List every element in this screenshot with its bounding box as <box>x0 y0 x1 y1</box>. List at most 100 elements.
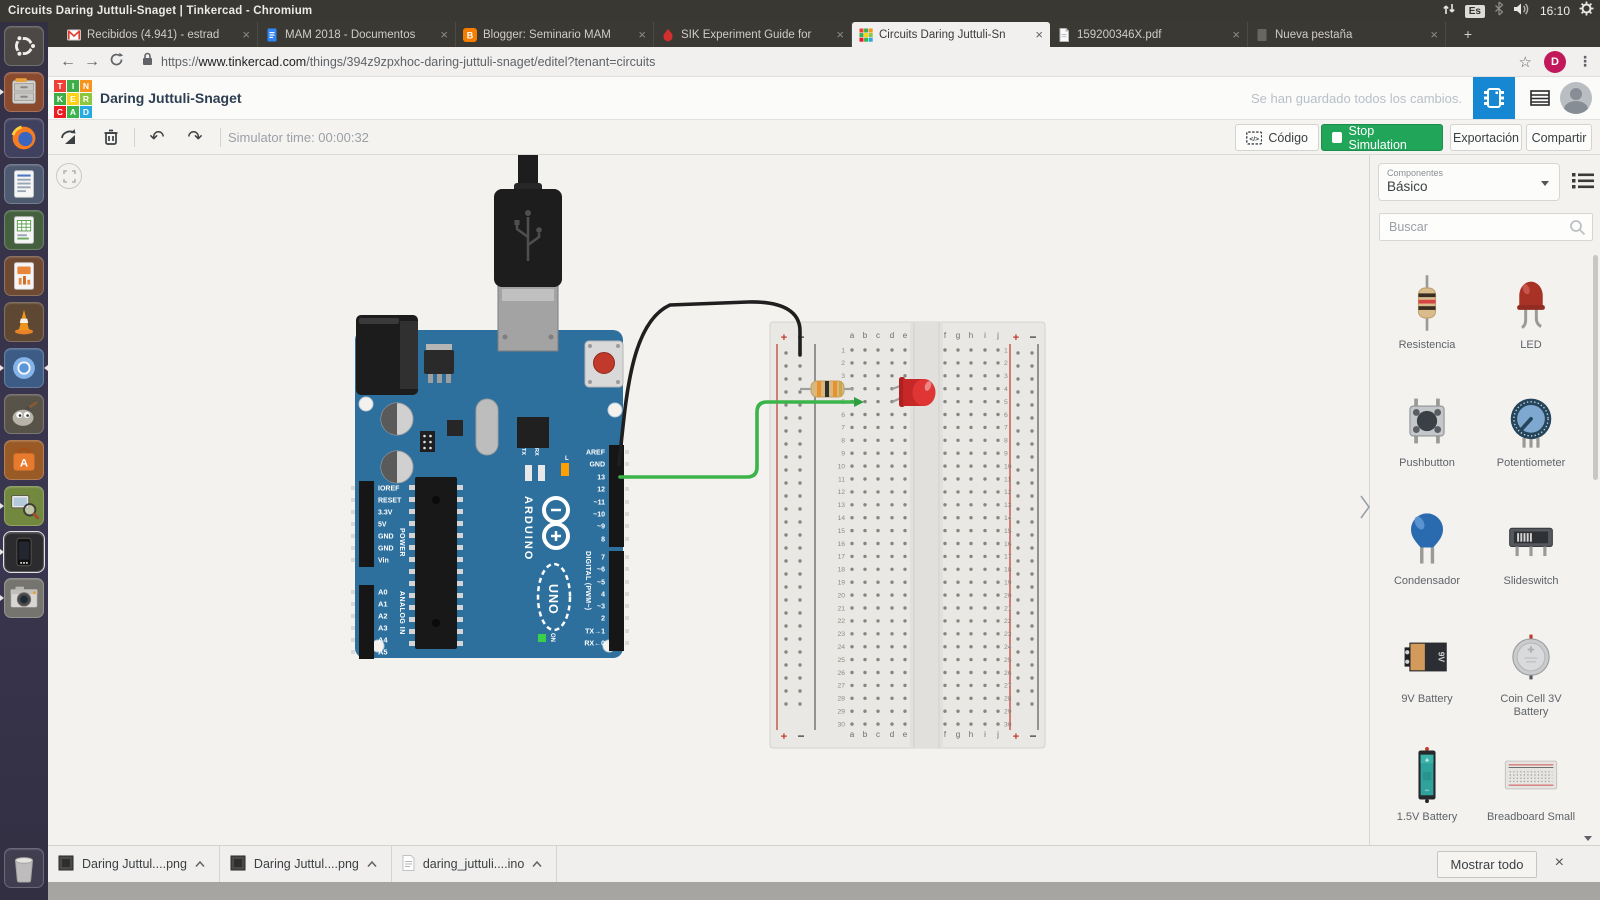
svg-text:+: + <box>781 731 787 743</box>
component-item-pushbutton[interactable]: Pushbutton <box>1375 385 1479 503</box>
launcher-item-chromium[interactable] <box>4 348 44 388</box>
bookmark-star-icon[interactable]: ☆ <box>1519 53 1532 71</box>
search-input[interactable] <box>1380 214 1592 240</box>
launcher-item-ubuntu-dash[interactable] <box>4 26 44 66</box>
launcher-item-vlc[interactable] <box>4 302 44 342</box>
logo-tile: D <box>80 106 92 118</box>
browser-tab[interactable]: 159200346X.pdf × <box>1050 22 1248 47</box>
download-item[interactable]: daring_juttuli....ino <box>392 846 558 882</box>
launcher-item-libreoffice-calc[interactable] <box>4 210 44 250</box>
launcher-item-phone[interactable] <box>3 531 45 573</box>
url-text[interactable]: https://www.tinkercad.com/things/394z9zp… <box>161 55 655 69</box>
code-button[interactable]: </> Código <box>1235 124 1319 151</box>
chevron-up-icon[interactable] <box>367 861 377 867</box>
volume-icon[interactable] <box>1513 2 1531 21</box>
reset-button[interactable] <box>584 340 624 388</box>
tab-close-icon[interactable]: × <box>434 27 448 42</box>
forward-button[interactable]: → <box>80 53 104 71</box>
rotate-button[interactable] <box>58 126 80 148</box>
coincell-icon <box>1499 625 1563 689</box>
circuit-view-button[interactable] <box>1473 77 1515 119</box>
list-view-button[interactable] <box>1525 84 1555 112</box>
components-category-dropdown[interactable]: Componentes Básico <box>1378 163 1560 201</box>
svg-text:17: 17 <box>1004 554 1012 561</box>
browser-profile-avatar[interactable]: D <box>1544 50 1566 73</box>
downloads-close-icon[interactable]: × <box>1555 854 1564 872</box>
download-item[interactable]: Daring Juttul....png <box>220 846 392 882</box>
tab-close-icon[interactable]: × <box>632 27 646 42</box>
component-item-capacitor[interactable]: Condensador <box>1375 503 1479 621</box>
chevron-up-icon[interactable] <box>532 861 542 867</box>
list-mode-button[interactable] <box>1572 171 1594 191</box>
tab-close-icon[interactable]: × <box>236 27 250 42</box>
component-label: Condensador <box>1393 575 1461 587</box>
circuit-canvas[interactable]: 1122334455667788991010111112121313141415… <box>48 155 1369 845</box>
session-gear-icon[interactable] <box>1579 1 1594 21</box>
svg-text:A2: A2 <box>378 612 388 621</box>
tab-close-icon[interactable]: × <box>1226 27 1240 42</box>
stop-simulation-button[interactable]: Stop Simulation <box>1321 124 1443 152</box>
launcher-item-firefox[interactable] <box>4 118 44 158</box>
tinkercad-logo[interactable]: TIN KER CAD <box>54 80 92 118</box>
share-button[interactable]: Compartir <box>1526 124 1592 151</box>
launcher-item-ubuntu-software[interactable]: A <box>4 440 44 480</box>
download-item[interactable]: Daring Juttul....png <box>48 846 220 882</box>
tab-close-icon[interactable]: × <box>1424 27 1438 42</box>
launcher-item-gimp[interactable] <box>4 394 44 434</box>
launcher-item-trash[interactable] <box>4 848 44 888</box>
svg-text:h: h <box>969 730 973 739</box>
browser-tab[interactable]: Recibidos (4.941) - estrad × <box>60 22 258 47</box>
component-item-breadboard[interactable]: Breadboard Small <box>1479 739 1583 857</box>
svg-text:i: i <box>984 331 986 340</box>
undo-button[interactable]: ↶ <box>146 126 168 148</box>
component-item-led[interactable]: LED <box>1479 267 1583 385</box>
image-file-icon <box>58 855 74 874</box>
zoom-to-fit-button[interactable] <box>56 163 82 189</box>
component-item-battery15v[interactable]: 1.5V Battery <box>1375 739 1479 857</box>
svg-text:10: 10 <box>837 463 845 470</box>
user-avatar[interactable] <box>1560 82 1592 114</box>
component-item-coincell[interactable]: Coin Cell 3V Battery <box>1479 621 1583 739</box>
show-all-downloads-button[interactable]: Mostrar todo <box>1437 851 1537 878</box>
sidebar-scrollbar[interactable] <box>1593 255 1598 480</box>
chevron-up-icon[interactable] <box>195 861 205 867</box>
keyboard-layout-badge[interactable]: Es <box>1464 4 1485 18</box>
browser-tab-active[interactable]: Circuits Daring Juttuli-Sn × <box>852 22 1050 47</box>
svg-text:7: 7 <box>841 425 845 432</box>
launcher-item-libreoffice-impress[interactable] <box>4 256 44 296</box>
browser-tab[interactable]: Nueva pestaña × <box>1248 22 1446 47</box>
tab-close-icon[interactable]: × <box>830 27 844 42</box>
component-item-slideswitch[interactable]: Slideswitch <box>1479 503 1583 621</box>
browser-menu-icon[interactable]: ⋮ <box>1578 53 1592 70</box>
usb-cable[interactable] <box>494 155 562 287</box>
browser-tab[interactable]: B Blogger: Seminario MAM × <box>456 22 654 47</box>
network-arrows-icon[interactable] <box>1442 2 1456 21</box>
bluetooth-icon[interactable] <box>1494 1 1504 21</box>
svg-text:i: i <box>984 730 986 739</box>
component-item-resistor[interactable]: Resistencia <box>1375 267 1479 385</box>
delete-button[interactable] <box>100 126 122 148</box>
svg-text:1: 1 <box>841 347 845 354</box>
scroll-down-icon[interactable] <box>1584 836 1592 841</box>
browser-tab[interactable]: MAM 2018 - Documentos × <box>258 22 456 47</box>
launcher-item-camera[interactable] <box>4 578 44 618</box>
browser-tab[interactable]: SIK Experiment Guide for × <box>654 22 852 47</box>
collapse-panel-chevron[interactable] <box>1357 493 1373 521</box>
svg-text:e: e <box>903 331 908 340</box>
launcher-item-files[interactable] <box>4 72 44 112</box>
component-item-battery9v[interactable]: 9V Battery <box>1375 621 1479 739</box>
arduino-uno[interactable]: POWER ANALOG IN DIGITAL (PWM~) ARDUINO UNO TX… <box>351 284 629 659</box>
launcher-item-libreoffice-writer[interactable] <box>4 164 44 204</box>
lock-icon[interactable] <box>142 52 153 71</box>
new-tab-button[interactable]: + <box>1454 27 1482 43</box>
back-button[interactable]: ← <box>56 53 80 71</box>
export-button[interactable]: Exportación <box>1450 124 1522 151</box>
tab-close-icon[interactable]: × <box>1029 27 1043 42</box>
component-item-potentiometer[interactable]: Potentiometer <box>1479 385 1583 503</box>
svg-text:11: 11 <box>1004 476 1011 483</box>
redo-button[interactable]: ↷ <box>184 126 206 148</box>
clock[interactable]: 16:10 <box>1540 4 1570 18</box>
design-title[interactable]: Daring Juttuli-Snaget <box>100 90 242 106</box>
reload-button[interactable] <box>104 52 128 72</box>
launcher-item-screenshot-tool[interactable] <box>4 486 44 526</box>
